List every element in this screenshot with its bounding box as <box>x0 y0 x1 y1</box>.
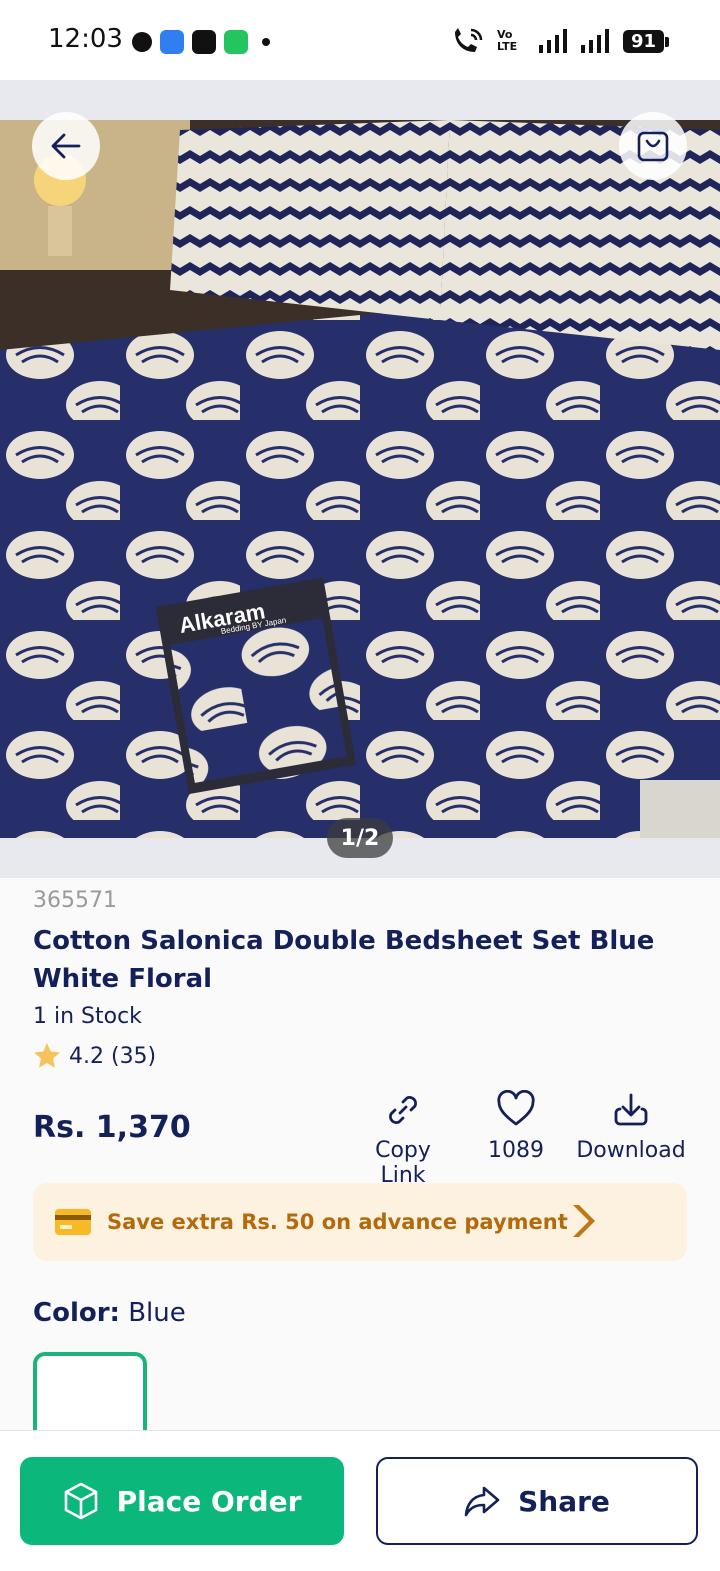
box-icon <box>64 1482 97 1520</box>
chevron-right-icon <box>573 1205 595 1237</box>
bottom-action-bar: Place Order Share <box>0 1430 720 1571</box>
credit-card-icon <box>55 1209 91 1235</box>
signal-strength-icon-1 <box>538 29 567 53</box>
chat-notification-icon <box>132 32 152 52</box>
copy-link-label: Copy Link <box>375 1138 431 1188</box>
more-notifications-dot-icon <box>262 38 270 46</box>
star-icon <box>34 1043 60 1068</box>
cart-button[interactable] <box>619 112 687 180</box>
advance-payment-promo-banner[interactable]: Save extra Rs. 50 on advance payment <box>33 1183 687 1261</box>
product-rating[interactable]: 4.2 (35) <box>33 1042 156 1070</box>
product-price: Rs. 1,370 <box>33 1110 191 1145</box>
system-icons: Vo LTE 91 <box>451 28 670 54</box>
color-selection-label: Color: Blue <box>33 1298 186 1328</box>
stock-status: 1 in Stock <box>33 1004 142 1029</box>
signal-strength-icon-2 <box>580 29 609 53</box>
share-arrow-icon <box>464 1486 500 1517</box>
share-button[interactable]: Share <box>376 1457 698 1545</box>
status-bar: 12:03 Vo LTE 91 <box>0 0 720 80</box>
product-image-gallery[interactable]: Alkaram Bedding BY Japan 1/2 <box>0 80 720 878</box>
color-label: Color: <box>33 1298 120 1328</box>
link-icon <box>389 1096 417 1124</box>
product-photo[interactable]: Alkaram Bedding BY Japan <box>0 120 720 838</box>
tiktok-icon <box>192 30 216 54</box>
download-button[interactable]: Download <box>574 1090 688 1163</box>
product-sku: 365571 <box>33 888 117 913</box>
place-order-label: Place Order <box>116 1484 302 1518</box>
rating-value: 4.2 (35) <box>69 1043 157 1069</box>
copy-link-button[interactable]: Copy Link <box>350 1090 456 1188</box>
heart-icon <box>497 1090 535 1126</box>
selected-color-value: Blue <box>128 1298 186 1328</box>
promo-text: Save extra Rs. 50 on advance payment <box>107 1210 568 1234</box>
back-button[interactable] <box>32 112 100 180</box>
download-icon <box>614 1093 648 1126</box>
status-time: 12:03 <box>48 24 123 54</box>
image-pager-indicator: 1/2 <box>327 818 393 858</box>
volte-icon: Vo LTE <box>496 28 518 53</box>
wifi-calling-icon <box>454 28 483 52</box>
battery-indicator: 91 <box>622 29 670 53</box>
bedsheet-illustration: Alkaram Bedding BY Japan <box>0 120 720 838</box>
wishlist-button[interactable]: 1089 <box>478 1090 554 1163</box>
product-title: Cotton Salonica Double Bedsheet Set Blue… <box>33 926 655 994</box>
app-notification-icon <box>224 30 248 54</box>
place-order-button[interactable]: Place Order <box>20 1457 344 1545</box>
notification-icons <box>132 30 270 54</box>
arrow-left-icon <box>51 133 81 159</box>
sync-app-icon <box>160 30 184 54</box>
like-count: 1089 <box>488 1138 544 1163</box>
share-label: Share <box>518 1484 610 1518</box>
shopping-bag-icon <box>637 131 669 162</box>
download-label: Download <box>576 1138 686 1163</box>
